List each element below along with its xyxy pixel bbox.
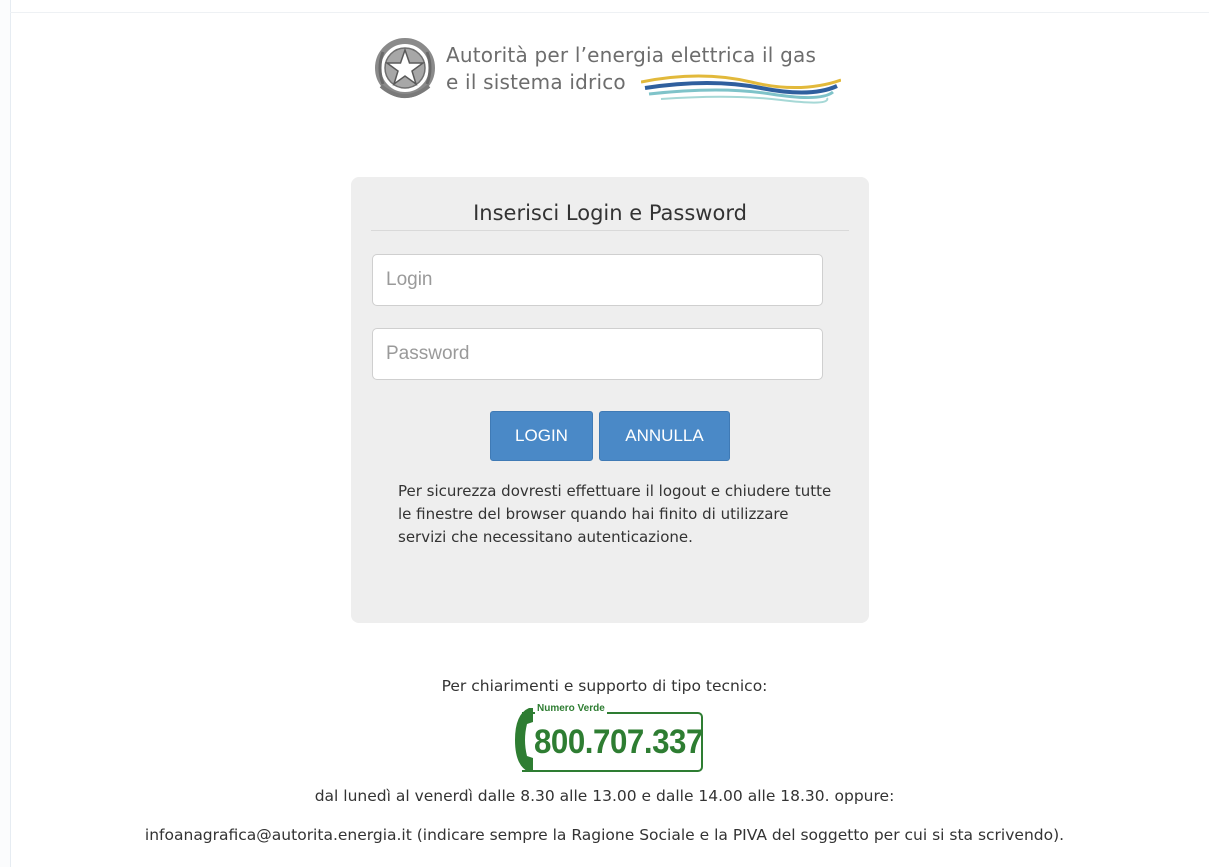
login-panel-title: Inserisci Login e Password [473, 201, 747, 225]
waves-logo-graphic [641, 74, 841, 104]
numero-verde-label: Numero Verde [535, 703, 607, 714]
organization-name-line1: Autorità per l’energia elettrica il gas [446, 43, 817, 67]
page-frame-top [10, 0, 1209, 13]
support-phone-number: 800.707.337 [534, 723, 703, 761]
support-email-info: infoanagrafica@autorita.energia.it (indi… [144, 826, 1065, 844]
password-input[interactable] [372, 328, 823, 380]
authority-logo: Autorità per l’energia elettrica il gas … [373, 34, 853, 108]
security-notice: Per sicurezza dovresti effettuare il log… [398, 482, 832, 546]
support-hours: dal lunedì al venerdì dalle 8.30 alle 13… [314, 787, 895, 805]
login-panel: Inserisci Login e Password LOGIN ANNULLA… [351, 177, 869, 623]
page-frame-left [0, 0, 11, 867]
phone-handset-icon [515, 708, 533, 772]
italian-republic-emblem-icon [375, 38, 435, 98]
title-divider [371, 230, 849, 231]
support-heading: Per chiarimenti e supporto di tipo tecni… [441, 677, 768, 695]
login-button[interactable]: LOGIN [490, 411, 593, 461]
login-input[interactable] [372, 254, 823, 306]
cancel-button[interactable]: ANNULLA [599, 411, 730, 461]
numero-verde-badge: Numero Verde 800.707.337 [513, 702, 707, 774]
